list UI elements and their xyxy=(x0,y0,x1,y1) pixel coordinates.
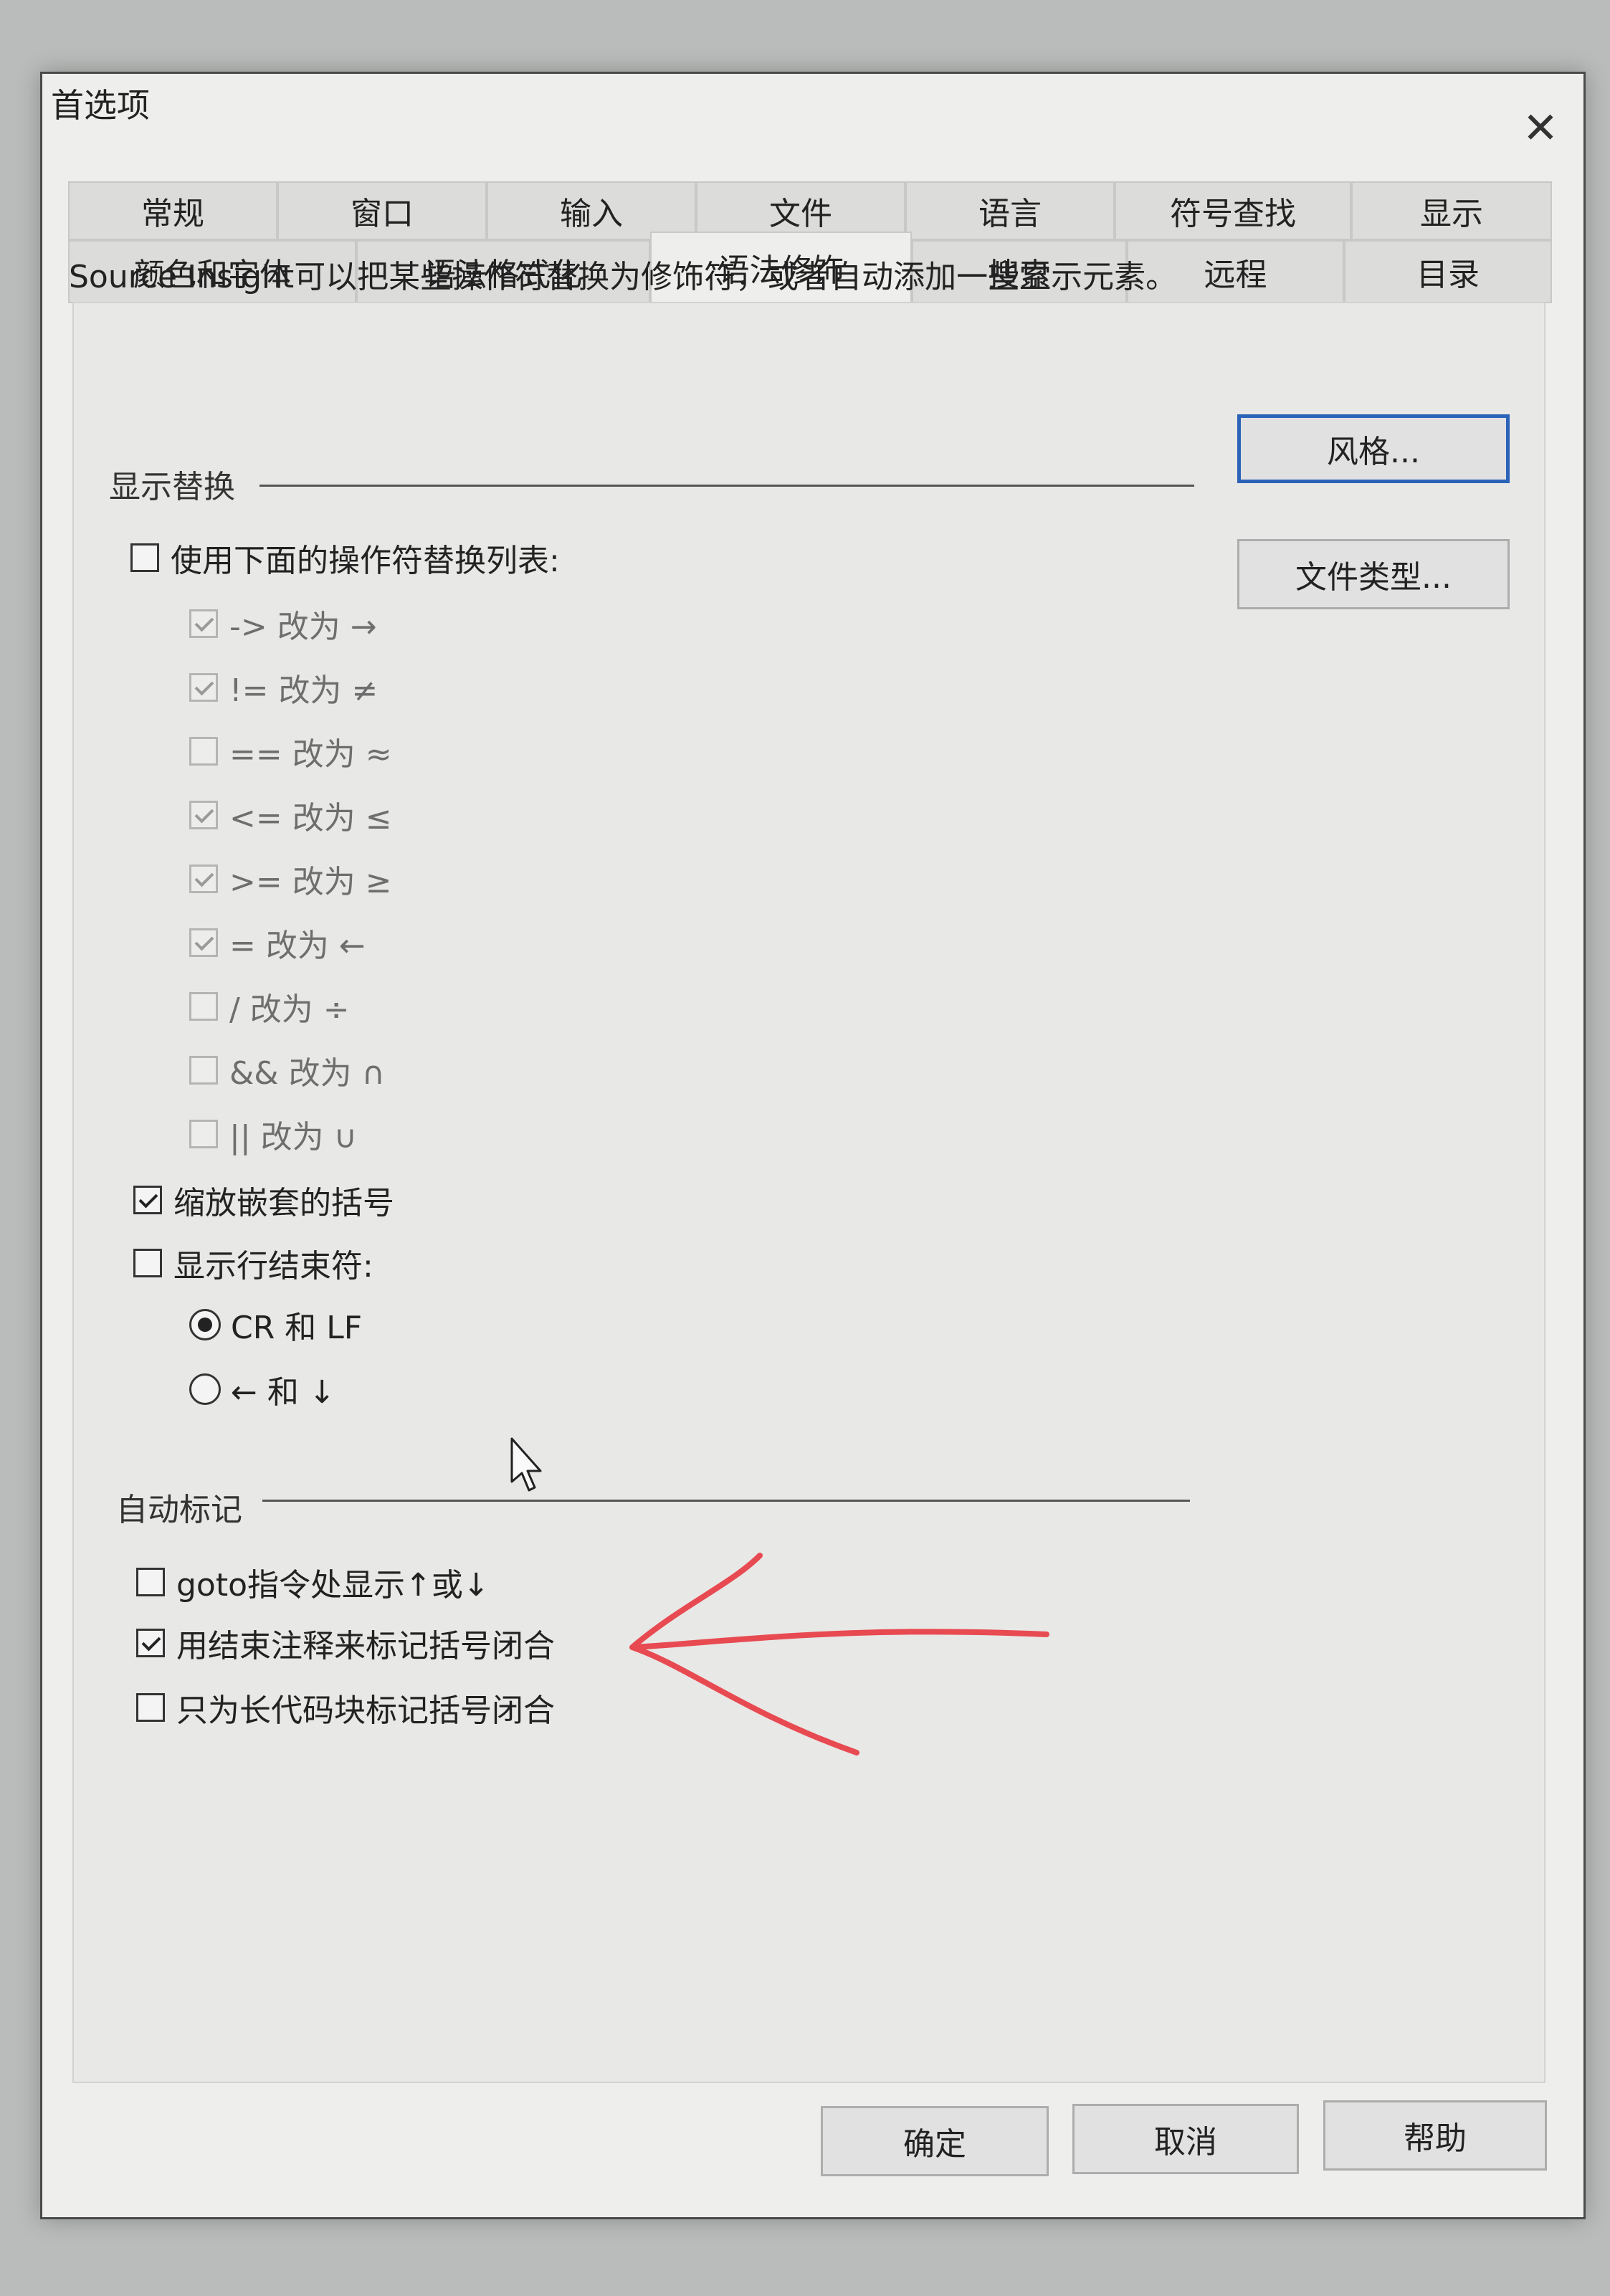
mouse-cursor-icon xyxy=(510,1437,542,1492)
replacement-item[interactable]: / 改为 ÷ xyxy=(189,983,350,1029)
checkbox-icon xyxy=(189,801,218,829)
tab-language[interactable]: 语言 xyxy=(905,181,1115,240)
checkbox-icon xyxy=(130,543,159,572)
description-text: Source Insight可以把某些操作符替换为修饰符，或者自动添加一些显示元… xyxy=(69,259,1178,295)
checkbox-icon xyxy=(189,1056,218,1085)
replacement-item[interactable]: <= 改为 ≤ xyxy=(189,792,392,838)
replacement-label: != 改为 ≠ xyxy=(229,672,378,709)
end-comment-bracket-checkbox[interactable]: 用结束注释来标记括号闭合 xyxy=(136,1620,555,1666)
style-button[interactable]: 风格... xyxy=(1237,414,1510,483)
checkbox-icon xyxy=(189,992,218,1021)
tab-general[interactable]: 常规 xyxy=(68,181,277,240)
replacement-item[interactable]: != 改为 ≠ xyxy=(189,664,378,710)
ok-button[interactable]: 确定 xyxy=(821,2106,1049,2176)
checkbox-label: 只为长代码块标记括号闭合 xyxy=(176,1692,555,1729)
checkbox-icon xyxy=(189,737,218,766)
tab-symbol-lookup[interactable]: 符号查找 xyxy=(1115,181,1351,240)
replacement-item[interactable]: == 改为 ≈ xyxy=(189,728,392,774)
checkbox-label: 缩放嵌套的括号 xyxy=(173,1185,394,1221)
checkbox-label: 使用下面的操作符替换列表: xyxy=(171,543,560,579)
checkbox-icon xyxy=(136,1693,165,1722)
replacement-item[interactable]: || 改为 ∪ xyxy=(189,1111,357,1157)
checkbox-label: 用结束注释来标记括号闭合 xyxy=(176,1628,555,1664)
close-icon[interactable]: ✕ xyxy=(1519,107,1562,150)
show-line-end-checkbox[interactable]: 显示行结束符: xyxy=(133,1240,373,1286)
replacement-label: = 改为 ← xyxy=(229,928,366,964)
checkbox-icon xyxy=(189,609,218,638)
checkbox-icon xyxy=(189,864,218,893)
replacement-label: <= 改为 ≤ xyxy=(229,800,392,837)
replacement-label: >= 改为 ≥ xyxy=(229,864,392,900)
tab-window[interactable]: 窗口 xyxy=(277,181,487,240)
radio-icon xyxy=(189,1309,221,1340)
window-title: 首选项 xyxy=(51,86,150,125)
replacement-item[interactable]: = 改为 ← xyxy=(189,920,366,966)
replacement-label: -> 改为 → xyxy=(229,609,377,645)
section-divider xyxy=(259,485,1194,487)
replacement-label: == 改为 ≈ xyxy=(229,736,392,773)
replacement-label: / 改为 ÷ xyxy=(229,991,350,1028)
tab-display[interactable]: 显示 xyxy=(1351,181,1552,240)
long-block-bracket-checkbox[interactable]: 只为长代码块标记括号闭合 xyxy=(136,1685,555,1730)
file-types-button[interactable]: 文件类型... xyxy=(1237,539,1510,609)
checkbox-label: goto指令处显示↑或↓ xyxy=(176,1567,490,1604)
checkbox-icon xyxy=(133,1249,162,1277)
radio-icon xyxy=(189,1373,221,1405)
checkbox-icon xyxy=(133,1186,162,1214)
checkbox-label: 显示行结束符: xyxy=(173,1248,373,1285)
radio-label: ← 和 ↓ xyxy=(231,1374,335,1411)
cancel-button[interactable]: 取消 xyxy=(1072,2104,1299,2174)
tab-directory[interactable]: 目录 xyxy=(1344,240,1552,303)
replacement-item[interactable]: && 改为 ∩ xyxy=(189,1047,385,1093)
help-button[interactable]: 帮助 xyxy=(1323,2100,1547,2171)
checkbox-icon xyxy=(189,673,218,702)
auto-annotation-label: 自动标记 xyxy=(116,1492,242,1528)
red-arrow-annotation-icon xyxy=(629,1553,1049,1756)
replacement-item[interactable]: >= 改为 ≥ xyxy=(189,856,392,902)
checkbox-icon xyxy=(136,1629,165,1657)
section-divider xyxy=(262,1500,1190,1502)
replacement-label: && 改为 ∩ xyxy=(229,1055,385,1092)
checkbox-icon xyxy=(189,928,218,957)
radio-arrows[interactable]: ← 和 ↓ xyxy=(189,1366,335,1412)
display-replacement-label: 显示替换 xyxy=(109,469,235,505)
checkbox-icon xyxy=(136,1568,165,1596)
scale-brackets-checkbox[interactable]: 缩放嵌套的括号 xyxy=(133,1177,394,1223)
checkbox-icon xyxy=(189,1120,218,1148)
replacement-label: || 改为 ∪ xyxy=(229,1119,357,1156)
goto-arrow-checkbox[interactable]: goto指令处显示↑或↓ xyxy=(136,1559,490,1605)
radio-cr-lf[interactable]: CR 和 LF xyxy=(189,1302,362,1348)
replacement-item[interactable]: -> 改为 → xyxy=(189,601,377,647)
radio-label: CR 和 LF xyxy=(231,1310,363,1346)
use-replacement-list-checkbox[interactable]: 使用下面的操作符替换列表: xyxy=(130,535,560,581)
